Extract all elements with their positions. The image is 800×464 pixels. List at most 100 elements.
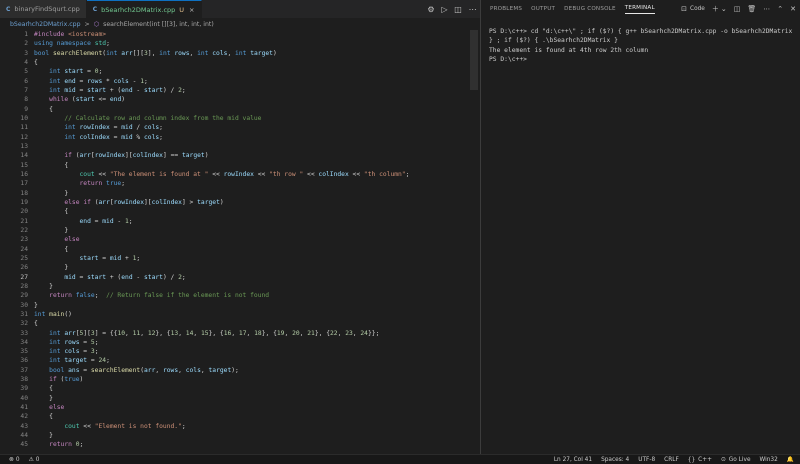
code-line[interactable]: int rows = 5; — [34, 338, 409, 347]
warning-count[interactable]: 0 — [36, 457, 40, 463]
code-line[interactable]: int main() — [34, 310, 409, 319]
code-line[interactable]: #include <iostream> — [34, 30, 409, 39]
tab-debug-console[interactable]: DEBUG CONSOLE — [564, 6, 616, 12]
code-line[interactable]: int end = rows * cols - 1; — [34, 77, 409, 86]
line-number: 41 — [20, 404, 28, 412]
split-editor-icon[interactable]: ◫ — [454, 5, 462, 14]
close-icon[interactable]: × — [189, 6, 194, 14]
code-line[interactable]: start = mid + 1; — [34, 254, 409, 263]
more-icon[interactable]: ⋯ — [763, 5, 770, 13]
code-line[interactable]: { — [34, 207, 409, 216]
code-line[interactable]: } — [34, 263, 409, 272]
line-number: 25 — [20, 254, 28, 262]
cursor-position[interactable]: Ln 27, Col 41 — [554, 457, 592, 463]
code-line[interactable]: cout << "Element is not found."; — [34, 422, 409, 431]
code-line[interactable]: int arr[5][3] = {{10, 11, 12}, {13, 14, … — [34, 329, 409, 338]
code-line[interactable]: else — [34, 403, 409, 412]
code-line[interactable]: { — [34, 245, 409, 254]
line-number: 7 — [24, 86, 28, 94]
code-line[interactable]: cout << "The element is found at " << ro… — [34, 170, 410, 179]
tab-bsearhch2dmatrix[interactable]: C bSearhch2DMatrix.cpp U × — [86, 0, 202, 18]
panel-tab-bar: PROBLEMS OUTPUT DEBUG CONSOLE TERMINAL ⊡… — [481, 0, 800, 18]
code-line[interactable]: return false; // Return false if the ele… — [34, 291, 409, 300]
breadcrumb-file[interactable]: bSearhch2DMatrix.cpp — [10, 21, 81, 28]
panel-actions: ⊡ Code ＋ ⌄ ◫ 🗑 ⋯ ⌃ ✕ — [674, 0, 796, 18]
code-line[interactable]: mid = start + (end - start) / 2; — [34, 273, 409, 282]
code-line[interactable]: int rowIndex = mid / cols; — [34, 123, 409, 132]
code-line[interactable]: using namespace std; — [34, 39, 409, 48]
line-number: 38 — [20, 376, 28, 384]
tab-problems[interactable]: PROBLEMS — [490, 6, 522, 12]
shell-label[interactable]: Code — [690, 6, 705, 12]
code-line[interactable]: while (start <= end) — [34, 95, 409, 104]
close-icon[interactable]: ✕ — [790, 5, 796, 13]
line-number: 22 — [20, 226, 28, 234]
code-line[interactable]: bool ans = searchElement(arr, rows, cols… — [34, 366, 409, 375]
line-ending[interactable]: CRLF — [664, 457, 679, 463]
gear-icon[interactable]: ⚙ — [427, 5, 434, 14]
more-icon[interactable]: ⋯ — [469, 5, 477, 14]
code-line[interactable]: { — [34, 58, 409, 67]
bell-icon[interactable]: 🔔 — [787, 457, 794, 463]
line-number: 43 — [20, 422, 28, 430]
code-line[interactable]: { — [34, 319, 409, 328]
terminal-output[interactable]: PS D:\c++> cd "d:\c++\" ; if ($?) { g++ … — [489, 27, 794, 64]
breadcrumb-symbol[interactable]: searchElement(int [][3], int, int, int) — [103, 21, 214, 28]
code-line[interactable]: else if (arr[rowIndex][colIndex] > targe… — [34, 198, 409, 207]
chevron-down-icon[interactable]: ⌄ — [721, 5, 727, 13]
code-line[interactable]: { — [34, 161, 409, 170]
code-line[interactable]: } — [34, 282, 409, 291]
line-number: 28 — [20, 282, 28, 290]
code-line[interactable]: } — [34, 394, 409, 403]
code-line[interactable]: bool searchElement(int arr[][3], int row… — [34, 49, 409, 58]
code-line[interactable]: } — [34, 226, 409, 235]
tab-label: bSearhch2DMatrix.cpp — [101, 5, 176, 14]
tab-output[interactable]: OUTPUT — [531, 6, 555, 12]
tab-binaryfindsqurt[interactable]: C binaryFindSqurt.cpp — [0, 0, 87, 18]
code-line[interactable]: int cols = 3; — [34, 347, 409, 356]
encoding[interactable]: UTF-8 — [638, 457, 655, 463]
code-line[interactable]: if (true) — [34, 375, 409, 384]
code-line[interactable]: { — [34, 384, 409, 393]
line-number: 29 — [20, 292, 28, 300]
code-line[interactable]: int target = 24; — [34, 356, 409, 365]
code-line[interactable]: int colIndex = mid % cols; — [34, 133, 409, 142]
terminal-icon: ⊡ — [681, 5, 688, 13]
code-line[interactable]: if (arr[rowIndex][colIndex] == target) — [34, 151, 409, 160]
warning-icon[interactable]: ⚠ — [29, 457, 34, 463]
code-line[interactable]: return true; — [34, 179, 409, 188]
code-line[interactable]: // Calculate row and column index from t… — [34, 114, 409, 123]
panel-divider[interactable] — [480, 0, 481, 454]
line-number: 3 — [24, 49, 28, 57]
code-line[interactable]: } — [34, 301, 409, 310]
braces-icon: {} — [687, 456, 696, 463]
line-number: 45 — [20, 441, 28, 449]
code-line[interactable]: { — [34, 105, 409, 114]
run-icon[interactable]: ▷ — [441, 5, 447, 14]
go-live-button[interactable]: Go Live — [729, 457, 751, 463]
indentation[interactable]: Spaces: 4 — [601, 457, 629, 463]
trash-icon[interactable]: 🗑 — [747, 5, 756, 13]
error-icon[interactable]: ⊗ — [9, 457, 14, 463]
code-line[interactable]: else — [34, 235, 409, 244]
code-line[interactable]: end = mid - 1; — [34, 217, 409, 226]
split-terminal-icon[interactable]: ◫ — [734, 5, 741, 13]
error-count[interactable]: 0 — [16, 457, 20, 463]
tab-terminal[interactable]: TERMINAL — [624, 5, 655, 14]
editor-scrollbar[interactable] — [470, 30, 478, 90]
code-line[interactable]: } — [34, 431, 409, 440]
line-number: 27 — [20, 273, 28, 281]
code-line[interactable]: int mid = start + (end - start) / 2; — [34, 86, 409, 95]
code-area[interactable]: #include <iostream> using namespace std; b… — [34, 30, 409, 450]
language-mode[interactable]: C++ — [698, 457, 712, 463]
code-line[interactable]: } — [34, 189, 409, 198]
code-line[interactable]: return 0; — [34, 440, 409, 449]
line-number: 13 — [20, 142, 28, 150]
code-line[interactable]: { — [34, 412, 409, 421]
platform[interactable]: Win32 — [760, 457, 778, 463]
code-line[interactable] — [34, 142, 409, 151]
code-editor[interactable]: 1 2 3 4 5 6 7 8 9 10 11 12 13 14 15 16 17 18 19 20 21 22 23 24 2… — [0, 30, 480, 454]
new-terminal-icon[interactable]: ＋ — [712, 4, 719, 14]
maximize-panel-icon[interactable]: ⌃ — [777, 5, 783, 13]
code-line[interactable]: int start = 0; — [34, 67, 409, 76]
